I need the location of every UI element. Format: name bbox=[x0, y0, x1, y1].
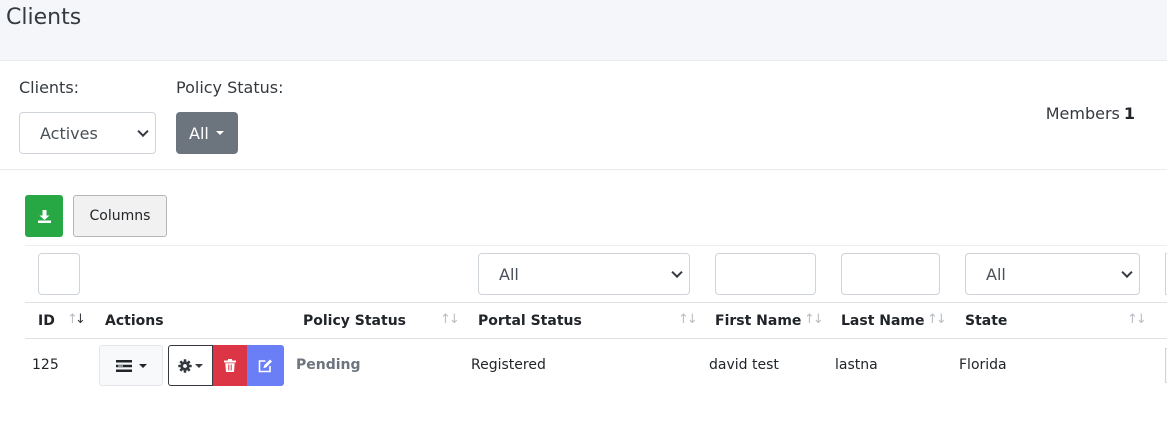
policy-status-filter-label: Policy Status: bbox=[176, 78, 284, 97]
sort-icon[interactable]: ↑↓ bbox=[678, 312, 698, 327]
id-filter-input[interactable] bbox=[38, 253, 80, 295]
columns-button[interactable]: Columns bbox=[73, 195, 167, 237]
list-icon bbox=[115, 359, 132, 372]
cell-state: Florida bbox=[959, 357, 1007, 373]
page-title: Clients bbox=[6, 5, 82, 30]
gear-icon bbox=[178, 358, 192, 373]
row-edit-button[interactable] bbox=[247, 345, 284, 386]
table-header-row: ID ↑ ↓ Actions Policy Status ↑↓ Portal S… bbox=[25, 302, 1167, 339]
header-id[interactable]: ID bbox=[38, 313, 55, 329]
portal-status-filter-select[interactable]: All bbox=[478, 253, 690, 295]
cell-id: 125 bbox=[32, 357, 59, 373]
chevron-down-icon bbox=[137, 125, 149, 138]
sort-icon[interactable]: ↑↓ bbox=[1127, 312, 1147, 327]
last-name-filter-input[interactable] bbox=[841, 253, 940, 295]
policy-status-dropdown-button[interactable]: All bbox=[176, 112, 238, 154]
sort-icon[interactable]: ↑↓ bbox=[804, 312, 824, 327]
header-state[interactable]: State bbox=[965, 313, 1007, 329]
sort-icon[interactable]: ↑↓ bbox=[927, 312, 947, 327]
row-menu-button[interactable] bbox=[99, 345, 163, 386]
header-actions: Actions bbox=[105, 313, 164, 329]
cell-portal-status: Registered bbox=[471, 357, 546, 373]
caret-down-icon bbox=[138, 363, 147, 368]
chevron-down-icon bbox=[1121, 266, 1133, 279]
row-delete-button[interactable] bbox=[213, 345, 247, 386]
clients-select-value: Actives bbox=[40, 123, 98, 143]
download-icon bbox=[37, 209, 51, 223]
section-divider bbox=[0, 169, 1167, 170]
chevron-down-icon bbox=[671, 266, 683, 279]
caret-down-icon bbox=[195, 363, 203, 368]
edit-icon bbox=[258, 359, 272, 372]
header-policy-status[interactable]: Policy Status bbox=[303, 313, 406, 329]
header-first-name[interactable]: First Name bbox=[715, 313, 801, 329]
clients-filter-label: Clients: bbox=[19, 78, 80, 97]
members-label: Members bbox=[1045, 104, 1120, 123]
cell-last-name: lastna bbox=[835, 357, 878, 373]
trash-icon bbox=[224, 359, 236, 372]
caret-down-icon bbox=[215, 131, 224, 135]
state-filter-value: All bbox=[986, 264, 1006, 284]
cell-first-name: david test bbox=[709, 357, 779, 373]
sort-active-icon[interactable]: ↓ bbox=[75, 312, 86, 327]
members-value: 1 bbox=[1123, 104, 1135, 123]
clients-select[interactable]: Actives bbox=[19, 112, 156, 154]
header-last-name[interactable]: Last Name bbox=[841, 313, 925, 329]
header-portal-status[interactable]: Portal Status bbox=[478, 313, 582, 329]
download-button[interactable] bbox=[25, 195, 63, 237]
page-header: Clients bbox=[0, 0, 1167, 61]
state-filter-select[interactable]: All bbox=[965, 253, 1140, 295]
policy-status-dropdown-value: All bbox=[189, 123, 209, 143]
members-count: Members 1 bbox=[1046, 104, 1135, 123]
cell-policy-status: Pending bbox=[296, 357, 361, 373]
sort-icon[interactable]: ↑↓ bbox=[440, 312, 460, 327]
first-name-filter-input[interactable] bbox=[715, 253, 816, 295]
portal-status-filter-value: All bbox=[499, 264, 519, 284]
row-settings-button[interactable] bbox=[168, 345, 213, 386]
